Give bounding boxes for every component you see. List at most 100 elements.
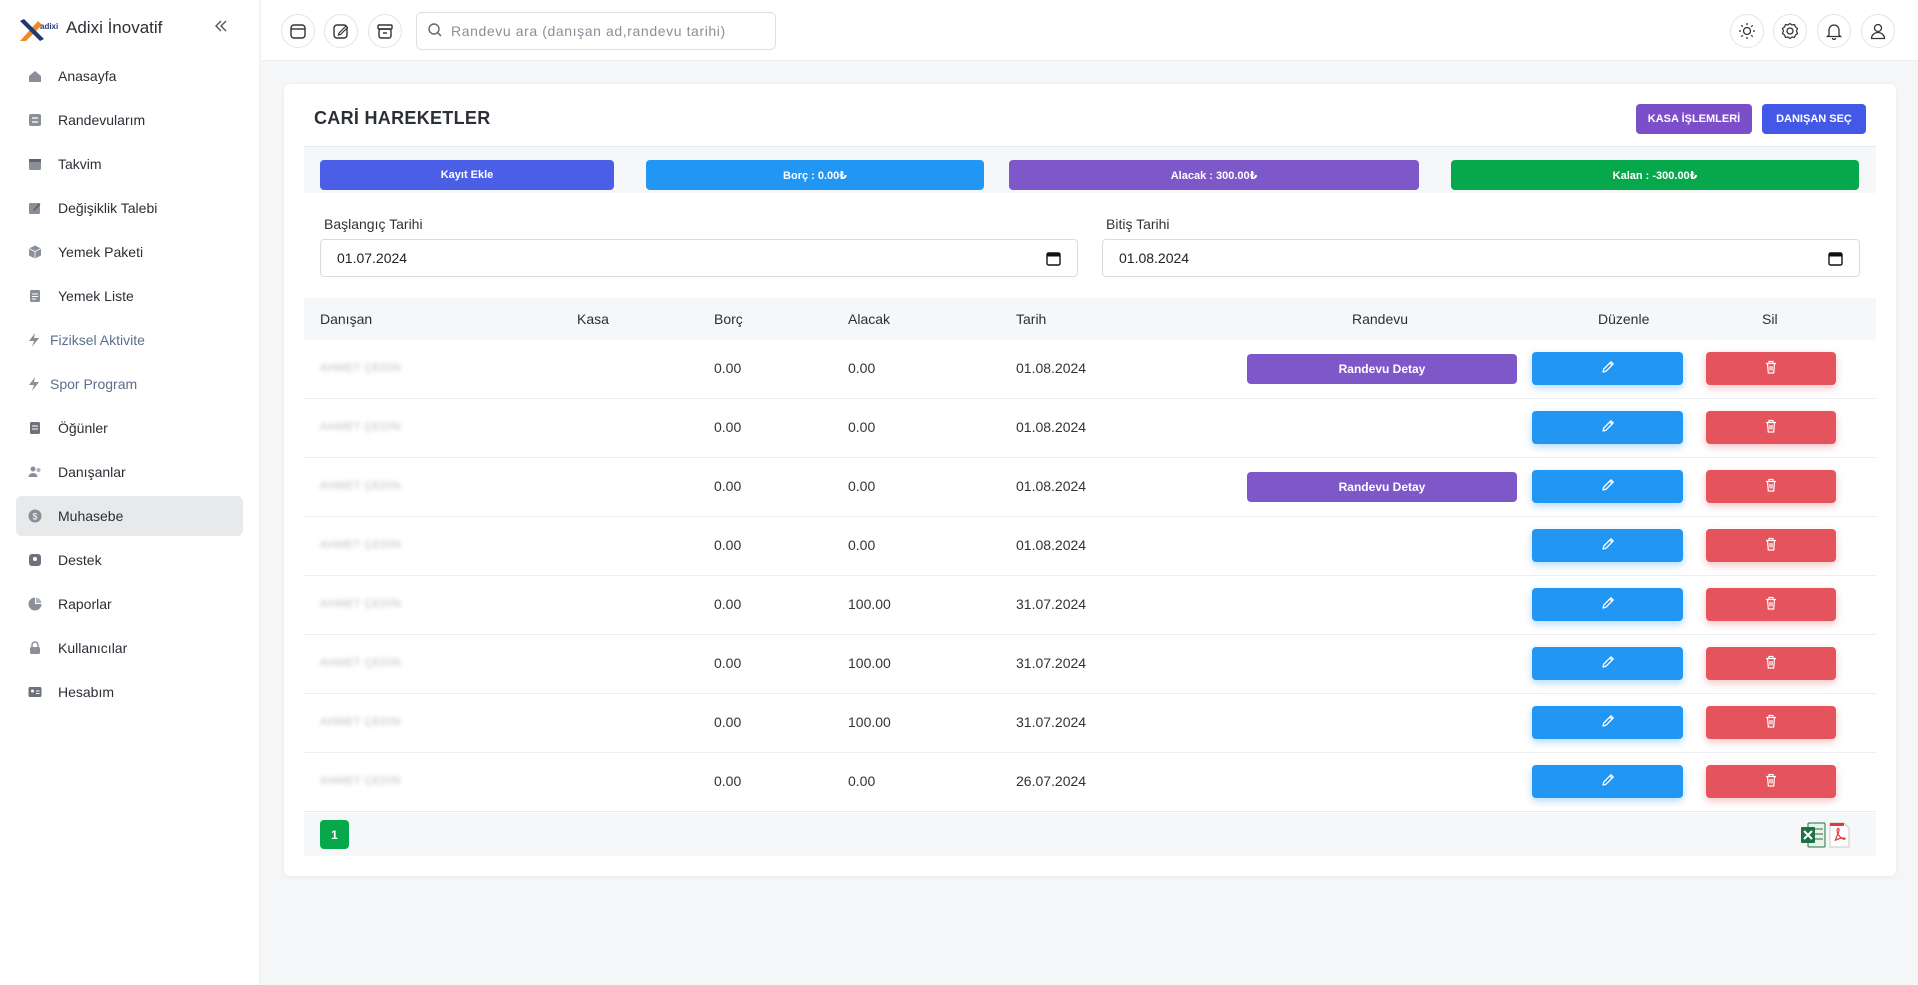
alacak-cell: 0.00 [848,773,876,789]
sidebar-item-fiziksel-aktivite[interactable]: Fiziksel Aktivite [16,320,243,360]
trash-icon [1763,477,1779,496]
user-avatar-icon[interactable] [1861,14,1895,48]
delete-row-button[interactable] [1706,352,1836,385]
pagination-page-1[interactable]: 1 [320,820,349,849]
edit-row-button[interactable] [1532,352,1683,385]
col-kasa[interactable]: Kasa [577,311,609,327]
danisan-sec-button[interactable]: DANIŞAN SEÇ [1762,104,1866,134]
sidebar-item-danışanlar[interactable]: Danışanlar [16,452,243,492]
alacak-cell: 0.00 [848,478,876,494]
users-icon [26,463,44,481]
sidebar-item-hesabım[interactable]: Hesabım [16,672,243,712]
pdf-export-icon[interactable] [1826,821,1852,849]
edit-row-button[interactable] [1532,470,1683,503]
table-row: AHMET ÇEDİN 0.00 100.00 31.07.2024 [304,576,1876,635]
edit-row-button[interactable] [1532,588,1683,621]
calendar-picker-icon[interactable] [1828,251,1843,269]
sidebar-item-label: Muhasebe [58,508,124,524]
search-input[interactable] [451,23,771,39]
table-header: Danışan Kasa Borç Alacak Tarih Randevu D… [304,298,1876,340]
trash-icon [1763,536,1779,555]
danisan-name: AHMET ÇEDİN [320,421,402,433]
sidebar-item-label: Hesabım [58,684,115,700]
sidebar-item-label: Yemek Liste [58,288,134,304]
table-row: AHMET ÇEDİN 0.00 0.00 01.08.2024 Randevu Det… [304,458,1876,517]
start-date-value: 01.07.2024 [337,250,408,266]
tarih-cell: 31.07.2024 [1016,596,1087,612]
sidebar-item-kullanıcılar[interactable]: Kullanıcılar [16,628,243,668]
edit-row-button[interactable] [1532,647,1683,680]
home-icon [26,67,44,85]
trash-icon [1763,418,1779,437]
pencil-icon [1600,654,1616,673]
sidebar-item-anasayfa[interactable]: Anasayfa [16,56,243,96]
sun-icon[interactable] [1730,14,1764,48]
delete-row-button[interactable] [1706,588,1836,621]
edit-row-button[interactable] [1532,529,1683,562]
col-danisan[interactable]: Danışan [320,311,372,327]
col-tarih[interactable]: Tarih [1016,311,1046,327]
borc-cell: 0.00 [714,773,742,789]
edit-row-button[interactable] [1532,706,1683,739]
table-row: AHMET ÇEDİN 0.00 0.00 01.08.2024 [304,517,1876,576]
delete-row-button[interactable] [1706,529,1836,562]
tarih-cell: 01.08.2024 [1016,360,1087,376]
list-icon [26,287,44,305]
sidebar-item-label: Randevularım [58,112,146,128]
lightning-icon [26,375,42,393]
sidebar-item-öğünler[interactable]: Öğünler [16,408,243,448]
edit-row-button[interactable] [1532,765,1683,798]
delete-row-button[interactable] [1706,411,1836,444]
delete-row-button[interactable] [1706,470,1836,503]
randevu-detay-button[interactable]: Randevu Detay [1247,354,1517,384]
sidebar-item-spor-program[interactable]: Spor Program [16,364,243,404]
sidebar-item-label: Raporlar [58,596,112,612]
lightning-icon [26,331,42,349]
col-alacak[interactable]: Alacak [848,311,890,327]
calendar-icon[interactable] [281,14,315,48]
danisan-name: AHMET ÇEDİN [320,539,402,551]
col-borc[interactable]: Borç [714,311,743,327]
delete-row-button[interactable] [1706,765,1836,798]
calendar-picker-icon[interactable] [1046,251,1061,269]
collapse-sidebar-icon[interactable] [212,18,230,36]
borc-cell: 0.00 [714,596,742,612]
sidebar-item-değişiklik-talebi[interactable]: Değişiklik Talebi [16,188,243,228]
sidebar-item-yemek-liste[interactable]: Yemek Liste [16,276,243,316]
end-date-input[interactable]: 01.08.2024 [1102,239,1860,277]
sidebar-item-takvim[interactable]: Takvim [16,144,243,184]
delete-row-button[interactable] [1706,647,1836,680]
col-randevu: Randevu [1352,311,1409,327]
tarih-cell: 01.08.2024 [1016,478,1087,494]
search-box [416,12,776,50]
sidebar-item-label: Yemek Paketi [58,244,144,260]
alacak-cell: 100.00 [848,714,891,730]
delete-row-button[interactable] [1706,706,1836,739]
calendar-icon [26,155,44,173]
alacak-cell: 0.00 [848,419,876,435]
archive-icon[interactable] [368,14,402,48]
table-row: AHMET ÇEDİN 0.00 100.00 31.07.2024 [304,635,1876,694]
kasa-islemleri-button[interactable]: KASA İŞLEMLERİ [1636,104,1752,134]
start-date-input[interactable]: 01.07.2024 [320,239,1078,277]
kayit-ekle-button[interactable]: Kayıt Ekle [320,160,614,190]
danisan-name: AHMET ÇEDİN [320,598,402,610]
excel-export-icon[interactable] [1800,821,1826,849]
table-row: AHMET ÇEDİN 0.00 100.00 31.07.2024 [304,694,1876,753]
trash-icon [1763,359,1779,378]
bell-icon[interactable] [1817,14,1851,48]
sidebar-item-yemek-paketi[interactable]: Yemek Paketi [16,232,243,272]
edit-icon[interactable] [324,14,358,48]
edit-row-button[interactable] [1532,411,1683,444]
sidebar-item-muhasebe[interactable]: $ Muhasebe [16,496,243,536]
pie-chart-icon [26,595,44,613]
edit-request-icon [26,199,44,217]
settings-icon[interactable] [1773,14,1807,48]
sidebar-item-label: Kullanıcılar [58,640,128,656]
sidebar-item-destek[interactable]: Destek [16,540,243,580]
sidebar-item-label: Destek [58,552,102,568]
sidebar-item-raporlar[interactable]: Raporlar [16,584,243,624]
alacak-total-badge: Alacak : 300.00₺ [1009,160,1419,190]
randevu-detay-button[interactable]: Randevu Detay [1247,472,1517,502]
sidebar-item-randevularım[interactable]: Randevularım [16,100,243,140]
